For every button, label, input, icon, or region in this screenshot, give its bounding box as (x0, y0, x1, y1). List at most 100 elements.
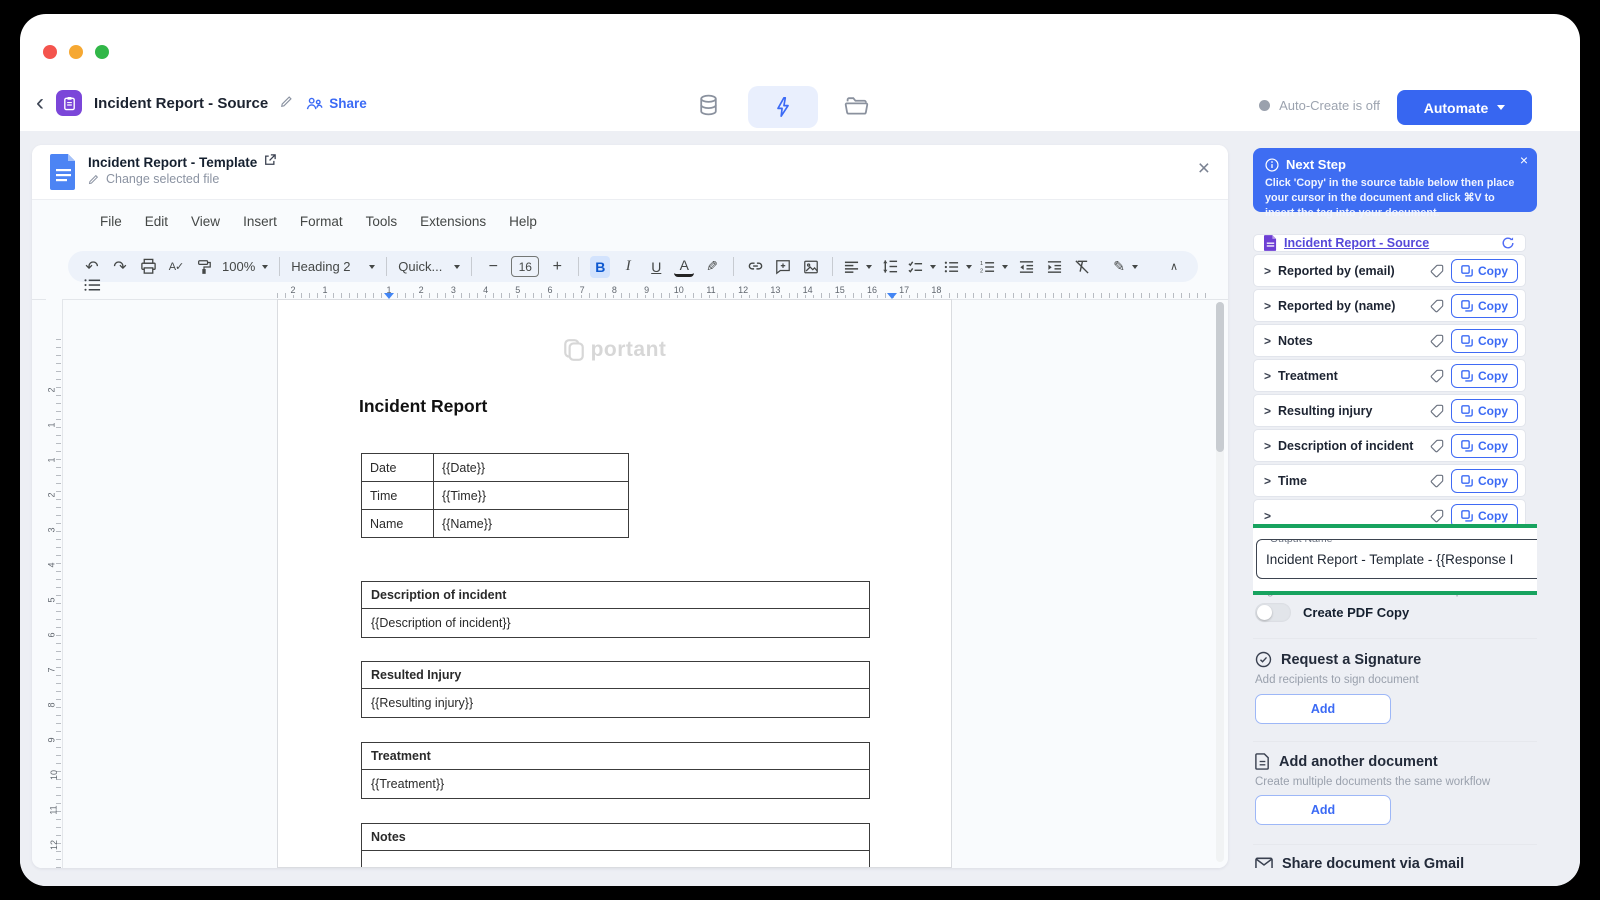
expand-chevron-icon[interactable]: > (1264, 369, 1271, 383)
copy-tag-button[interactable]: Copy (1451, 329, 1518, 353)
tag-icon[interactable] (1430, 369, 1444, 383)
highlight-color-icon[interactable]: ✎ (702, 256, 722, 278)
expand-chevron-icon[interactable]: > (1264, 474, 1271, 488)
back-button[interactable]: ‹ (36, 91, 44, 115)
spellcheck-icon[interactable]: A✓ (166, 256, 186, 278)
automate-button[interactable]: Automate (1397, 90, 1532, 125)
change-selected-file[interactable]: Change selected file (88, 172, 219, 186)
edit-title-icon[interactable] (280, 94, 294, 113)
document-outline-icon[interactable] (84, 278, 101, 298)
expand-chevron-icon[interactable]: > (1264, 334, 1271, 348)
menu-insert[interactable]: Insert (243, 214, 277, 229)
zoom-select[interactable]: 100% (222, 259, 268, 274)
open-external-icon[interactable] (264, 153, 276, 171)
menu-format[interactable]: Format (300, 214, 343, 229)
numbered-list-select[interactable]: 12 (980, 260, 1008, 274)
insert-image-icon[interactable] (801, 256, 821, 278)
menu-edit[interactable]: Edit (145, 214, 168, 229)
section-title: Notes (362, 824, 870, 851)
section-tag (362, 851, 870, 869)
info-label: Date (362, 454, 434, 482)
google-docs-icon (50, 154, 77, 195)
source-field-row: > Description of incident Copy (1253, 429, 1526, 462)
paragraph-style-select[interactable]: Heading 2 (291, 259, 375, 274)
maximize-window-button[interactable] (95, 45, 109, 59)
increase-font-icon[interactable]: + (547, 256, 567, 278)
section-table: Resulted Injury {{Resulting injury}} (361, 661, 870, 718)
automation-step-tab-active[interactable] (748, 86, 818, 128)
editing-mode-select[interactable]: ✎ (1113, 258, 1138, 275)
tag-icon[interactable] (1430, 404, 1444, 418)
source-link[interactable]: Incident Report - Source (1284, 236, 1429, 250)
italic-button[interactable]: I (618, 256, 638, 278)
copy-tag-button[interactable]: Copy (1451, 469, 1518, 493)
source-field-label: Description of incident (1278, 439, 1423, 453)
output-name-field[interactable]: Output Name Incident Report - Template -… (1256, 539, 1537, 579)
document-page[interactable]: portant Incident Report Date{{Date}} Tim… (277, 299, 952, 868)
tag-icon[interactable] (1430, 439, 1444, 453)
docs-scrollbar[interactable] (1216, 302, 1224, 862)
tag-icon[interactable] (1430, 334, 1444, 348)
refresh-icon[interactable] (1501, 236, 1515, 250)
create-pdf-toggle[interactable] (1255, 603, 1291, 622)
underline-button[interactable]: U (646, 256, 666, 278)
redo-icon[interactable]: ↷ (110, 256, 130, 278)
tag-icon[interactable] (1430, 299, 1444, 313)
decrease-indent-icon[interactable] (1016, 256, 1036, 278)
font-select[interactable]: Quick... (398, 259, 460, 274)
copy-tag-button[interactable]: Copy (1451, 259, 1518, 283)
output-step-icon[interactable] (844, 94, 870, 122)
add-comment-icon[interactable] (773, 256, 793, 278)
expand-chevron-icon[interactable]: > (1264, 404, 1271, 418)
expand-chevron-icon[interactable]: > (1264, 264, 1271, 278)
expand-chevron-icon[interactable]: > (1264, 439, 1271, 453)
share-people-icon[interactable]: Share (306, 96, 367, 111)
menu-extensions[interactable]: Extensions (420, 214, 486, 229)
tag-icon[interactable] (1430, 509, 1444, 523)
close-window-button[interactable] (43, 45, 57, 59)
chevron-down-icon (1497, 105, 1505, 110)
decrease-font-icon[interactable]: − (483, 256, 503, 278)
hide-menus-icon[interactable]: ∧ (1164, 256, 1184, 278)
copy-tag-button[interactable]: Copy (1451, 399, 1518, 423)
line-spacing-icon[interactable] (880, 256, 900, 278)
close-panel-icon[interactable]: × (1198, 157, 1210, 181)
font-size-input[interactable]: 16 (511, 256, 539, 277)
clear-formatting-icon[interactable] (1072, 256, 1092, 278)
tag-icon[interactable] (1430, 474, 1444, 488)
copy-tag-button[interactable]: Copy (1451, 364, 1518, 388)
horizontal-ruler[interactable]: 21123456789101112131415161718 (32, 284, 1228, 300)
undo-icon[interactable]: ↶ (82, 256, 102, 278)
portant-watermark: portant (278, 338, 951, 362)
close-banner-icon[interactable]: × (1520, 152, 1528, 168)
menu-view[interactable]: View (191, 214, 220, 229)
menu-help[interactable]: Help (509, 214, 537, 229)
copy-tag-button[interactable]: Copy (1451, 294, 1518, 318)
app-window: ‹ Incident Report - Source Share (20, 14, 1580, 886)
next-step-title: Next Step (1286, 157, 1346, 172)
tag-icon[interactable] (1430, 264, 1444, 278)
align-select[interactable] (844, 260, 872, 274)
bullet-list-select[interactable] (944, 260, 972, 274)
bold-button[interactable]: B (590, 256, 610, 278)
add-signature-button[interactable]: Add (1255, 694, 1391, 724)
copy-icon (1461, 405, 1473, 417)
info-label: Time (362, 482, 434, 510)
menu-file[interactable]: File (100, 214, 122, 229)
paint-format-icon[interactable] (194, 256, 214, 278)
source-step-icon[interactable] (696, 93, 721, 123)
menu-tools[interactable]: Tools (366, 214, 398, 229)
print-icon[interactable] (138, 256, 158, 278)
minimize-window-button[interactable] (69, 45, 83, 59)
add-document-button[interactable]: Add (1255, 795, 1391, 825)
expand-chevron-icon[interactable]: > (1264, 509, 1271, 523)
create-pdf-row: Create PDF Copy (1255, 603, 1409, 622)
expand-chevron-icon[interactable]: > (1264, 299, 1271, 313)
share-button[interactable]: Share (329, 96, 367, 111)
checklist-select[interactable] (908, 260, 936, 274)
copy-icon (1461, 475, 1473, 487)
insert-link-icon[interactable] (745, 256, 765, 278)
copy-tag-button[interactable]: Copy (1451, 434, 1518, 458)
increase-indent-icon[interactable] (1044, 256, 1064, 278)
text-color-button[interactable]: A (674, 257, 694, 277)
